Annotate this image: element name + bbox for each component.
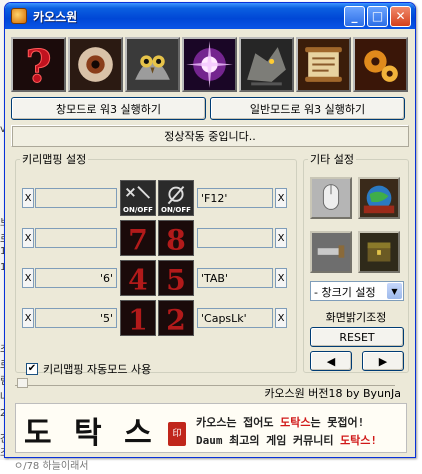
onoff-label: ON/OFF [123,206,153,214]
numpad-1-icon[interactable]: 1 [120,300,156,336]
status-bar: 정상작동 중입니다.. [11,125,409,147]
reset-button[interactable]: RESET [310,327,404,347]
key-right-field[interactable]: 'TAB' [197,268,273,288]
auto-mode-label: 키리맵핑 자동모드 사용 [43,363,152,376]
banner-line-2: Daum 최고의 게임 커뮤니티 도탁스! [196,432,377,448]
key-left-field[interactable]: '5' [35,308,117,328]
seal-icon: 印 [168,422,186,446]
brightness-down-button[interactable]: ◀ [310,351,352,371]
minimize-button[interactable]: _ [344,5,365,27]
clear-right-button[interactable]: X [275,308,287,328]
numpad-8-icon[interactable]: 8 [158,220,194,256]
close-button[interactable]: ✕ [390,5,411,27]
window-mode-launch-button[interactable]: 창모드로 워3 실행하기 [11,97,206,120]
banner-highlight: 도탁스! [340,434,378,447]
banner-text: 카오스는 접어도 [196,416,281,429]
key-right-field[interactable] [197,228,273,248]
eye-icon[interactable] [68,37,123,92]
version-text: 카오스원 버전18 by ByunJa [264,387,401,400]
clear-left-button[interactable]: X [22,268,34,288]
dragon-icon[interactable] [239,37,294,92]
onoff-label: ON/OFF [161,206,191,214]
key-right-field[interactable]: 'CapsLk' [197,308,273,328]
item-key-toggle-icon[interactable]: ON/OFF [158,180,194,216]
skill-key-toggle-icon[interactable]: ON/OFF [120,180,156,216]
key-left-field[interactable]: '6' [35,268,117,288]
icon-toolbar: ? [11,37,409,93]
scroll-icon[interactable] [296,37,351,92]
numpad-7-icon[interactable]: 7 [120,220,156,256]
numpad-2-icon[interactable]: 2 [158,300,194,336]
dotax-banner[interactable]: 도 탁 스 印 카오스는 접어도 도탁스는 못접어! Daum 최고의 게임 커… [15,403,407,453]
svg-text:2: 2 [166,302,186,335]
clear-left-button[interactable]: X [22,228,34,248]
gears-icon[interactable] [353,37,408,92]
banner-highlight: 도탁스 [280,416,311,429]
maximize-button[interactable]: □ [367,5,388,27]
clear-left-button[interactable]: X [22,308,34,328]
key-mapping-group: 키리맵핑 설정 X ON/OFF ON/OFF 'F12' X X 7 8 X … [15,151,297,376]
brightness-label: 화면밝기조정 [325,311,387,324]
svg-text:5: 5 [166,262,186,295]
window-title: 카오스원 [33,9,78,24]
numpad-4-icon[interactable]: 4 [120,260,156,296]
globe-icon[interactable] [358,177,400,219]
key-mapping-legend: 키리맵핑 설정 [22,153,87,166]
normal-mode-launch-button[interactable]: 일반모드로 워3 실행하기 [210,97,405,120]
key-left-field[interactable] [35,188,117,208]
clear-left-button[interactable]: X [22,188,34,208]
window-size-select[interactable]: - 창크기 설정 ▼ [310,281,404,301]
background-bottom-text: ㅇ/78 하늘이래서 [0,460,422,474]
owl-icon[interactable] [125,37,180,92]
magic-burst-icon[interactable] [182,37,237,92]
chevron-down-icon[interactable]: ▼ [387,283,402,299]
launch-mode-row: 창모드로 워3 실행하기 일반모드로 워3 실행하기 [11,97,409,120]
clear-right-button[interactable]: X [275,188,287,208]
banner-line-1: 카오스는 접어도 도탁스는 못접어! [196,414,364,430]
window-content: ? 창모드로 워3 실행하기 일반모드로 워3 실행하기 정상작동 중입니다.. [5,29,415,155]
banner-text: 는 못접어! [310,416,365,429]
banner-brand: 도 탁 스 [24,416,158,451]
brightness-up-button[interactable]: ▶ [362,351,404,371]
mouse-icon[interactable] [310,177,352,219]
title-bar[interactable]: 카오스원 _ □ ✕ [5,3,415,29]
key-row: X ON/OFF ON/OFF 'F12' X [22,179,292,219]
svg-text:?: ? [25,40,51,90]
key-left-field[interactable] [35,228,117,248]
svg-text:1: 1 [128,302,148,335]
etc-settings-legend: 기타 설정 [310,153,354,166]
key-row: X '6' 4 5 'TAB' X [22,259,292,299]
key-right-field[interactable]: 'F12' [197,188,273,208]
svg-text:4: 4 [128,262,148,295]
numpad-5-icon[interactable]: 5 [158,260,194,296]
app-icon [11,8,27,24]
etc-settings-group: 기타 설정 - 창크기 설정 ▼ 화면밝기조정 RESET ◀ ▶ [303,151,409,373]
slider-thumb[interactable] [17,378,28,388]
question-mark-icon[interactable]: ? [11,37,66,92]
chest-icon[interactable] [358,231,400,273]
window-size-select-value: - 창크기 설정 [314,286,376,299]
clear-right-button[interactable]: X [275,228,287,248]
app-window: 카오스원 _ □ ✕ ? 창모드로 워3 실행하기 일반모드로 워3 실행하기 … [4,2,416,458]
auto-mode-checkbox[interactable]: ✔ [26,363,38,375]
banner-text: Daum 최고의 게임 커뮤니티 [196,434,341,447]
weapon-icon[interactable] [310,231,352,273]
svg-text:7: 7 [128,222,148,255]
key-row: X 7 8 X [22,219,292,259]
key-row: X '5' 1 2 'CapsLk' X [22,299,292,339]
clear-right-button[interactable]: X [275,268,287,288]
svg-text:8: 8 [166,222,186,255]
